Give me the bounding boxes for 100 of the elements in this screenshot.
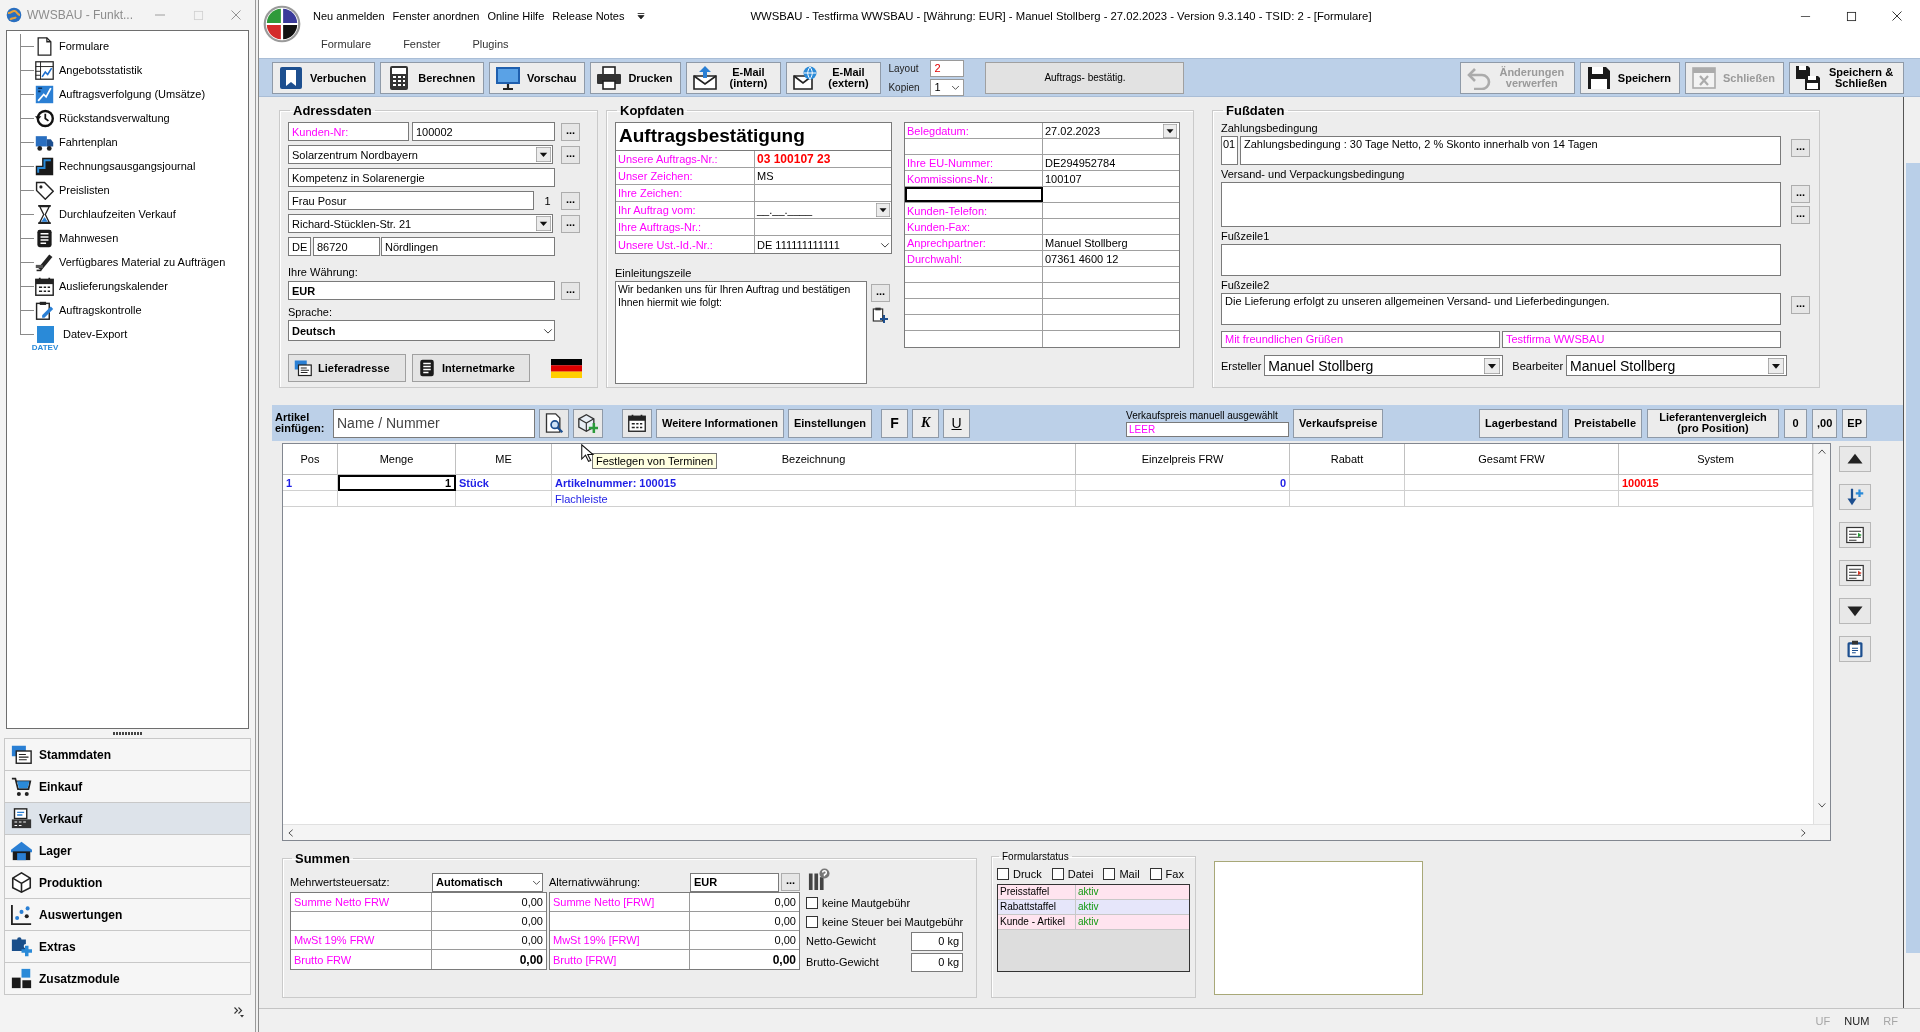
input-field[interactable]: DE294952784 (1043, 155, 1179, 170)
tree-item[interactable]: Auftragsverfolgung (Umsätze) (7, 82, 248, 106)
more-button[interactable]: ... (1791, 206, 1810, 224)
nav-button[interactable]: Extras (4, 930, 251, 962)
more-button[interactable]: ... (561, 122, 580, 141)
currency-field[interactable]: EUR (690, 872, 779, 892)
tree-item[interactable]: Rückstandsverwaltung (7, 106, 248, 130)
search-field[interactable]: Name / Nummer (333, 408, 535, 438)
column-header[interactable]: Pos (283, 444, 338, 474)
checkbox[interactable] (1103, 868, 1116, 880)
help-button[interactable] (806, 866, 832, 892)
column-header[interactable]: Menge (338, 444, 456, 474)
copies-combo[interactable]: 1 (930, 78, 965, 96)
checkbox[interactable] (1051, 868, 1064, 880)
toolbar-button[interactable]: EP (1842, 408, 1867, 438)
column-header[interactable]: ME (456, 444, 552, 474)
date-field[interactable]: 27.02.2023 (1043, 123, 1179, 138)
nav-button[interactable]: Lager (4, 834, 251, 866)
tree-item[interactable]: Angebotsstatistik (7, 58, 248, 82)
form-button[interactable]: Lieferadresse (288, 354, 406, 382)
tree-item[interactable]: Auftragskontrolle (7, 298, 248, 322)
toolbar-button[interactable]: Berechnen (380, 61, 485, 94)
menu-item[interactable]: Fenster (395, 38, 451, 50)
scroll-up-button[interactable] (1839, 446, 1871, 472)
format-button[interactable]: K (912, 408, 940, 438)
payment-terms-field[interactable]: Zahlungsbedingung : 30 Tage Netto, 2 % Skonto innerhalb von 14 Tagen (1240, 136, 1781, 165)
column-header[interactable]: Gesamt FRW (1405, 444, 1619, 474)
more-button[interactable]: ... (561, 214, 580, 233)
checkbox[interactable] (1149, 868, 1162, 880)
nav-button[interactable]: Zusatzmodule (4, 962, 251, 994)
form-type-button[interactable]: Auftrags- bestätig. (985, 61, 1185, 94)
column-header[interactable]: Rabatt (1290, 444, 1405, 474)
more-button[interactable]: ... (781, 873, 800, 891)
vat-combo[interactable]: Automatisch (432, 872, 543, 892)
more-button[interactable]: ... (1791, 139, 1810, 157)
street-combo[interactable]: Richard-Stücklen-Str. 21 (288, 214, 553, 233)
format-button[interactable]: U (943, 408, 971, 438)
menu-item[interactable]: Formulare (313, 38, 382, 50)
layout-field[interactable]: 2 (930, 59, 965, 77)
footer-line-field[interactable] (1221, 244, 1781, 276)
toolbar-button[interactable]: Speichern & Schließen (1789, 61, 1904, 94)
tree-item[interactable]: Mahnwesen (7, 226, 248, 250)
shipping-terms-field[interactable] (1221, 182, 1781, 227)
tree-item[interactable]: Verfügbares Material zu Aufträgen (7, 250, 248, 274)
article-lookup-button[interactable] (539, 408, 569, 438)
calendar-button[interactable] (622, 408, 652, 438)
toolbar-button[interactable]: Lagerbestand (1479, 408, 1564, 438)
creator-combo[interactable]: Manuel Stollberg (1264, 355, 1504, 376)
nav-button[interactable]: Stammdaten (4, 738, 251, 770)
more-sections-button[interactable] (233, 1006, 245, 1018)
menu-item[interactable]: Release Notes (552, 10, 625, 22)
list-button[interactable] (1839, 560, 1871, 586)
tree-item[interactable]: Durchlaufzeiten Verkauf (7, 202, 248, 226)
toolbar-button[interactable]: Vorschau (489, 61, 586, 94)
more-button[interactable]: ... (561, 145, 580, 164)
city-field[interactable]: Nördlingen (381, 237, 555, 256)
menu-item[interactable]: Plugins (464, 38, 519, 50)
more-button[interactable]: ... (561, 191, 580, 210)
input-combo[interactable]: DE 111111111111 (755, 236, 891, 253)
toolbar-button[interactable]: E-Mail (extern) (786, 61, 882, 94)
horizontal-scrollbar[interactable] (283, 824, 1830, 840)
paste-button[interactable] (1839, 636, 1871, 662)
checkbox[interactable] (806, 915, 818, 928)
nav-button[interactable]: Auswertungen (4, 898, 251, 930)
toolbar-button[interactable]: Drucken (590, 61, 682, 94)
add-appointment-button[interactable] (573, 408, 603, 438)
intro-text-area[interactable]: Wir bedanken uns für Ihren Auftrag und bestätigen Ihnen hiermit wie folgt: (615, 281, 867, 384)
country-field[interactable]: DE (288, 237, 311, 256)
company-combo[interactable]: Solarzentrum Nordbayern (288, 145, 553, 164)
vertical-scrollbar[interactable] (1906, 163, 1920, 953)
nav-button[interactable]: Verkauf (4, 802, 251, 834)
more-button[interactable]: ... (871, 284, 890, 302)
company-line-field[interactable]: Kompetenz in Solarenergie (288, 168, 555, 187)
format-button[interactable]: F (881, 408, 909, 438)
input-field[interactable]: 03 100107 23 (755, 151, 891, 167)
toolbar-button[interactable]: Lieferantenvergleich (pro Position) (1647, 408, 1779, 438)
form-button[interactable]: Internetmarke (412, 354, 530, 382)
more-button[interactable]: ... (1791, 185, 1810, 203)
payment-code-field[interactable]: 01 (1221, 136, 1238, 165)
list-button[interactable] (1839, 522, 1871, 548)
splitter-grip-icon[interactable] (113, 732, 142, 735)
nav-button[interactable]: Einkauf (4, 770, 251, 802)
toolbar-button[interactable]: Preistabelle (1568, 408, 1642, 438)
tree-item[interactable]: Fahrtenplan (7, 130, 248, 154)
checkbox[interactable] (806, 896, 818, 909)
tree-item[interactable]: Auslieferungskalender (7, 274, 248, 298)
toolbar-button[interactable]: Verkaufspreise (1293, 408, 1384, 438)
editor-combo[interactable]: Manuel Stollberg (1566, 355, 1788, 376)
menu-item[interactable]: Online Hilfe (487, 10, 545, 22)
toolbar-button[interactable]: E-Mail (intern) (686, 61, 782, 94)
checkbox[interactable] (997, 868, 1009, 880)
customer-number-field[interactable]: 100002 (412, 122, 555, 141)
contact-field[interactable]: Frau Posur (288, 191, 534, 210)
menu-item[interactable]: Neu anmelden (313, 10, 385, 22)
date-field[interactable]: __.__.____ (755, 202, 891, 218)
toolbar-button[interactable]: Speichern (1579, 61, 1681, 94)
toolbar-button[interactable]: Einstellungen (787, 408, 873, 438)
more-button[interactable]: ... (561, 281, 580, 300)
input-field[interactable]: 100107 (1043, 171, 1179, 186)
column-header[interactable]: Einzelpreis FRW (1076, 444, 1290, 474)
